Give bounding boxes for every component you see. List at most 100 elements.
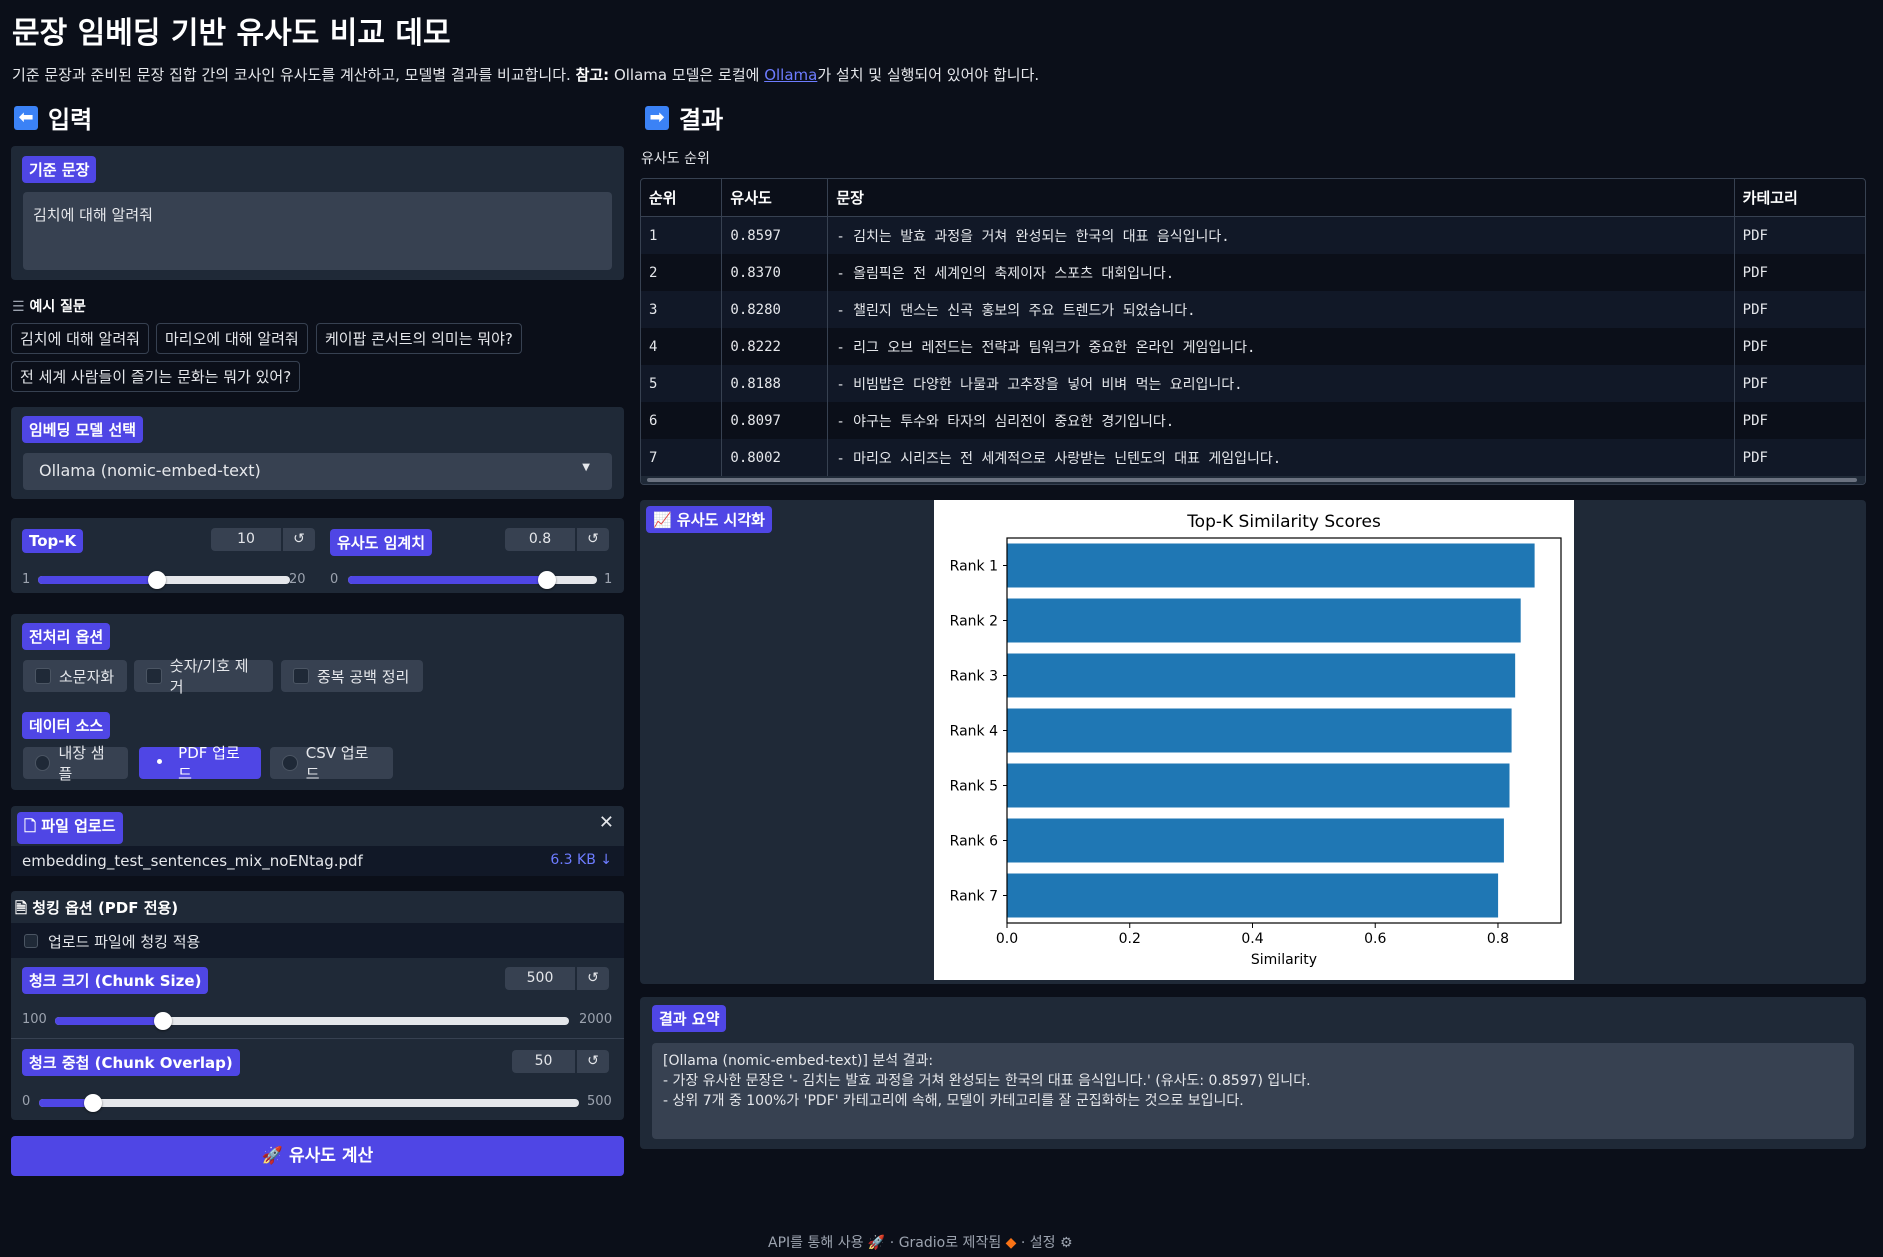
file-download-link[interactable]: 6.3 KB ↓ <box>550 852 612 868</box>
table-row[interactable]: 4 0.8222- 리그 오브 레전드는 전략과 팀워크가 중요한 온라인 게임입… <box>641 328 1865 365</box>
preprocess-lowercase[interactable]: 소문자화 <box>23 660 127 692</box>
cell-similarity[interactable]: 0.8597 <box>721 216 829 254</box>
chunk-overlap-panel: 청크 중첩 (Chunk Overlap) 50 ↺ 0 500 <box>11 1038 624 1120</box>
uploaded-file-row[interactable]: embedding_test_sentences_mix_noENtag.pdf… <box>11 846 624 876</box>
cell-category[interactable]: PDF <box>1734 291 1865 328</box>
checkbox-icon[interactable] <box>293 668 309 684</box>
preprocess-remove-symbols[interactable]: 숫자/기호 제거 <box>134 657 273 696</box>
cell-similarity[interactable]: 0.8222 <box>721 328 829 365</box>
cell-rank[interactable]: 3 <box>641 291 723 328</box>
cell-sentence[interactable]: - 마리오 시리즈는 전 세계적으로 사랑받는 닌텐도의 대표 게임입니다. <box>827 439 1735 476</box>
cell-rank[interactable]: 1 <box>641 216 723 254</box>
chunk-overlap-slider[interactable] <box>39 1094 579 1112</box>
cell-sentence[interactable]: - 야구는 투수와 타자의 심리전이 중요한 경기입니다. <box>827 402 1735 439</box>
footer-api-link[interactable]: API를 통해 사용 <box>768 1235 863 1251</box>
threshold-thumb[interactable] <box>538 571 557 589</box>
calculate-similarity-button[interactable]: 🚀 유사도 계산 <box>11 1136 624 1176</box>
table-row[interactable]: 2 0.8370- 올림픽은 전 세계인의 축제이자 스포츠 대회입니다. PDF <box>641 254 1865 291</box>
chart-title: Top-K Similarity Scores <box>1186 512 1381 532</box>
query-textarea[interactable]: 김치에 대해 알려줘 <box>23 192 612 270</box>
preprocess-whitespace[interactable]: 중복 공백 정리 <box>281 660 423 692</box>
chunk-size-reset-icon[interactable]: ↺ <box>577 967 609 990</box>
column-header-category[interactable]: 카테고리 <box>1734 179 1865 217</box>
chunk-accordion-header[interactable]: 🗎 청킹 옵션 (PDF 전용) <box>11 891 624 923</box>
model-dropdown[interactable]: Ollama (nomic-embed-text) ▼ <box>23 453 612 490</box>
table-row[interactable]: 7 0.8002- 마리오 시리즈는 전 세계적으로 사랑받는 닌텐도의 대표 게… <box>641 439 1865 476</box>
cell-rank[interactable]: 5 <box>641 365 723 402</box>
cell-rank[interactable]: 6 <box>641 402 723 439</box>
cell-similarity[interactable]: 0.8280 <box>721 291 829 328</box>
list-icon: ☰ <box>12 299 25 315</box>
column-header-sentence[interactable]: 문장 <box>827 179 1735 217</box>
desc-text-1: 기준 문장과 준비된 문장 집합 간의 코사인 유사도를 계산하고, 모델별 결… <box>12 66 576 84</box>
example-chip-2[interactable]: 마리오에 대해 알려줘 <box>156 323 308 354</box>
example-chip-1[interactable]: 김치에 대해 알려줘 <box>11 323 149 354</box>
footer-gradio-link[interactable]: Gradio로 제작됨 <box>899 1235 1002 1251</box>
example-chip-3[interactable]: 케이팝 콘서트의 의미는 뭐야? <box>316 323 522 354</box>
footer-settings-link[interactable]: 설정 <box>1030 1235 1056 1251</box>
topk-thumb[interactable] <box>148 571 167 589</box>
chunk-overlap-reset-icon[interactable]: ↺ <box>577 1050 609 1073</box>
cell-sentence[interactable]: - 리그 오브 레전드는 전략과 팀워크가 중요한 온라인 게임입니다. <box>827 328 1735 365</box>
cell-sentence[interactable]: - 비빔밥은 다양한 나물과 고추장을 넣어 비벼 먹는 요리입니다. <box>827 365 1735 402</box>
column-header-similarity[interactable]: 유사도 <box>721 179 829 217</box>
summary-textbox[interactable]: [Ollama (nomic-embed-text)] 분석 결과: - 가장 … <box>652 1043 1854 1139</box>
cell-similarity[interactable]: 0.8002 <box>721 439 829 476</box>
radio-selected-icon[interactable] <box>151 753 171 773</box>
horizontal-scrollbar[interactable] <box>641 476 1865 484</box>
cell-sentence[interactable]: - 올림픽은 전 세계인의 축제이자 스포츠 대회입니다. <box>827 254 1735 291</box>
cell-rank[interactable]: 2 <box>641 254 723 291</box>
threshold-fill <box>348 576 548 584</box>
chunk-size-number-input[interactable]: 500 <box>505 967 575 990</box>
source-builtin[interactable]: 내장 샘플 <box>23 744 128 783</box>
scrollbar-thumb[interactable] <box>647 478 1857 482</box>
chunk-apply-checkbox[interactable] <box>24 934 38 948</box>
cell-category[interactable]: PDF <box>1734 365 1865 402</box>
y-tick-label: Rank 3 <box>950 669 998 685</box>
cell-rank[interactable]: 4 <box>641 328 723 365</box>
cell-category[interactable]: PDF <box>1734 254 1865 291</box>
table-header-row: 순위 유사도 문장 카테고리 <box>641 179 1865 217</box>
topk-reset-icon[interactable]: ↺ <box>283 528 315 551</box>
cell-similarity[interactable]: 0.8097 <box>721 402 829 439</box>
chunk-overlap-min: 0 <box>22 1094 31 1109</box>
checkbox-icon[interactable] <box>146 668 162 684</box>
topk-slider[interactable] <box>38 571 290 589</box>
example-chip-4[interactable]: 전 세계 사람들이 즐기는 문화는 뭐가 있어? <box>11 361 301 392</box>
table-row[interactable]: 1 0.8597- 김치는 발효 과정을 거쳐 완성되는 한국의 대표 음식입니다… <box>641 216 1865 254</box>
cell-category[interactable]: PDF <box>1734 439 1865 476</box>
source-csv[interactable]: CSV 업로드 <box>270 744 393 783</box>
input-heading-label: 입력 <box>48 106 93 134</box>
upload-label: 🗋 파일 업로드 <box>17 812 123 844</box>
ollama-link[interactable]: Ollama <box>764 66 817 84</box>
topk-number-input[interactable]: 10 <box>211 528 281 551</box>
cell-similarity[interactable]: 0.8370 <box>721 254 829 291</box>
source-pdf[interactable]: PDF 업로드 <box>139 744 261 783</box>
table-row[interactable]: 5 0.8188- 비빔밥은 다양한 나물과 고추장을 넣어 비벼 먹는 요리입니… <box>641 365 1865 402</box>
radio-icon[interactable] <box>282 755 298 771</box>
close-icon[interactable]: ✕ <box>599 812 614 833</box>
cell-sentence[interactable]: - 김치는 발효 과정을 거쳐 완성되는 한국의 대표 음식입니다. <box>827 216 1735 254</box>
examples-header: ☰ 예시 질문 <box>12 296 86 316</box>
cell-category[interactable]: PDF <box>1734 402 1865 439</box>
cell-category[interactable]: PDF <box>1734 216 1865 254</box>
cell-sentence[interactable]: - 챌린지 댄스는 신곡 홍보의 주요 트렌드가 되었습니다. <box>827 291 1735 328</box>
footer-separator: · <box>889 1235 895 1251</box>
table-row[interactable]: 6 0.8097- 야구는 투수와 타자의 심리전이 중요한 경기입니다. PDF <box>641 402 1865 439</box>
table-row[interactable]: 3 0.8280- 챌린지 댄스는 신곡 홍보의 주요 트렌드가 되었습니다. PD… <box>641 291 1865 328</box>
chunk-overlap-number-input[interactable]: 50 <box>512 1050 575 1073</box>
column-header-rank[interactable]: 순위 <box>641 179 723 217</box>
chunk-size-thumb[interactable] <box>154 1012 173 1030</box>
chunk-overlap-thumb[interactable] <box>84 1094 102 1112</box>
threshold-slider[interactable] <box>348 571 597 589</box>
chunk-size-panel: 청크 크기 (Chunk Size) 500 ↺ 100 2000 <box>11 958 624 1038</box>
chunk-apply-row[interactable]: 업로드 파일에 청킹 적용 <box>11 923 624 958</box>
cell-similarity[interactable]: 0.8188 <box>721 365 829 402</box>
radio-icon[interactable] <box>35 755 51 771</box>
chunk-size-slider[interactable] <box>55 1012 569 1030</box>
cell-rank[interactable]: 7 <box>641 439 723 476</box>
cell-category[interactable]: PDF <box>1734 328 1865 365</box>
threshold-number-input[interactable]: 0.8 <box>505 528 575 551</box>
threshold-reset-icon[interactable]: ↺ <box>577 528 609 551</box>
checkbox-icon[interactable] <box>35 668 51 684</box>
